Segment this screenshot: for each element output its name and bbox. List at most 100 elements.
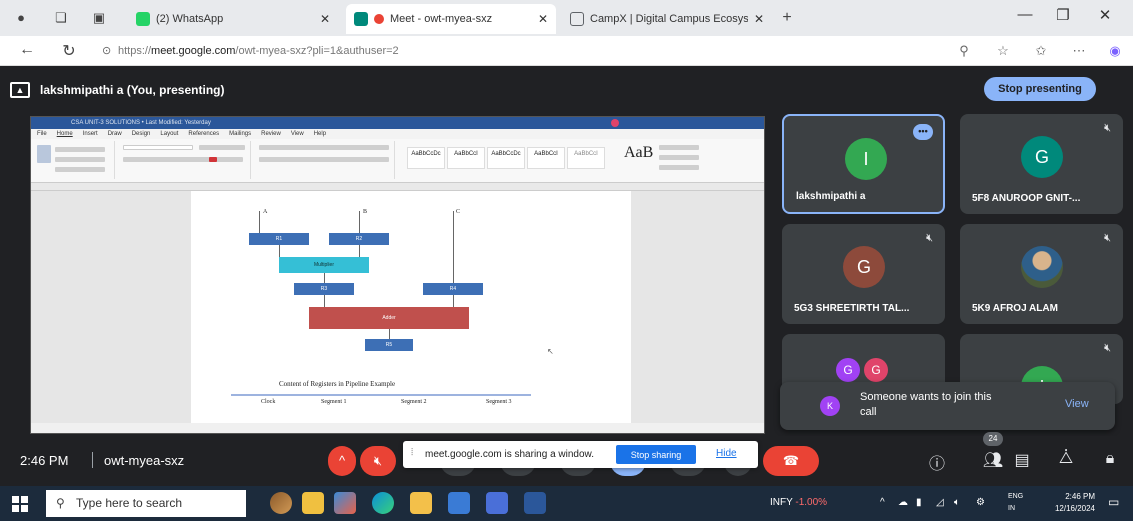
more-options-icon[interactable]: ⋯ xyxy=(1070,43,1088,59)
style-heading-1[interactable]: AaBbCcDc xyxy=(487,147,525,169)
mic-options-button[interactable]: ^ xyxy=(328,446,356,476)
battery-icon[interactable]: ▮ xyxy=(916,497,922,508)
leave-call-button[interactable]: ☎ xyxy=(763,446,819,476)
show-hidden-icons-icon[interactable]: ^ xyxy=(880,497,885,508)
cloud-icon[interactable]: ☁ xyxy=(898,497,908,508)
copilot-icon[interactable] xyxy=(334,492,356,514)
tab-whatsapp[interactable]: (2) WhatsApp ✕ xyxy=(128,4,338,34)
style-normal[interactable]: AaBbCcDc xyxy=(407,147,445,169)
people-icon[interactable]: 👥︎ xyxy=(981,450,1005,470)
word-menu-file[interactable]: File xyxy=(37,129,47,139)
more-options-icon[interactable]: ••• xyxy=(913,124,933,140)
stop-sharing-button[interactable]: Stop sharing xyxy=(616,445,696,464)
meet-control-bar: 2:46 PM owt-myea-sxz ^ 🔇︎ ▭ ▤ ☺ ▲ ✋︎ ⋮ ☎… xyxy=(0,432,1133,486)
site-permission-icon[interactable]: ⚲ xyxy=(955,43,973,59)
new-tab-button[interactable]: + xyxy=(778,9,796,27)
hide-sharing-bar-link[interactable]: Hide xyxy=(716,448,737,459)
onedrive-icon[interactable]: ⚙ xyxy=(976,497,985,508)
input-language[interactable]: ENG IN xyxy=(1008,491,1023,515)
workspaces-icon[interactable]: ❏ xyxy=(52,9,70,27)
volume-icon[interactable]: 🔈︎ xyxy=(954,497,960,508)
multiplier-block: Multiplier xyxy=(279,257,369,273)
meeting-code: owt-myea-sxz xyxy=(104,453,185,468)
stock-name: INFY xyxy=(770,497,793,508)
clock-time: 2:46 PM xyxy=(1065,492,1095,501)
style-heading-3[interactable]: AaBbCcI xyxy=(567,147,605,169)
mic-off-icon: 🔇︎ xyxy=(1104,232,1111,244)
file-explorer-yellow-icon[interactable] xyxy=(302,492,324,514)
file-explorer-icon[interactable] xyxy=(410,492,432,514)
favorite-star-icon[interactable]: ☆ xyxy=(994,43,1012,59)
tab-actions-icon[interactable]: ▣ xyxy=(90,9,108,27)
teams-icon[interactable] xyxy=(486,492,508,514)
word-menu-references[interactable]: References xyxy=(188,129,219,139)
word-menu-draw[interactable]: Draw xyxy=(108,129,122,139)
stop-presenting-button[interactable]: Stop presenting xyxy=(984,77,1096,101)
host-controls-icon[interactable]: 🔒︎ xyxy=(1098,450,1122,468)
close-window-button[interactable]: ✕ xyxy=(1090,6,1120,24)
edge-icon[interactable] xyxy=(372,492,394,514)
profile-icon[interactable]: ● xyxy=(12,9,30,27)
taskbar-search-input[interactable]: ⚲ Type here to search xyxy=(46,490,246,517)
url-field[interactable]: ⊙ https://meet.google.com/owt-myea-sxz?p… xyxy=(100,40,920,62)
minimize-button[interactable]: — xyxy=(1010,6,1040,23)
address-bar: ← ↻ ⊙ https://meet.google.com/owt-myea-s… xyxy=(0,36,1133,66)
region-code: IN xyxy=(1008,505,1015,512)
word-menu-insert[interactable]: Insert xyxy=(83,129,98,139)
mic-toggle-button[interactable]: 🔇︎ xyxy=(360,446,396,476)
present-screen-icon: ▲ xyxy=(10,82,30,98)
adder-block: Adder xyxy=(309,307,469,329)
word-menu-bar: File Home Insert Draw Design Layout Refe… xyxy=(31,129,764,139)
windows-start-icon[interactable] xyxy=(12,496,28,512)
word-menu-help[interactable]: Help xyxy=(314,129,326,139)
participant-tile[interactable]: 🔇︎ G 5G3 SHREETIRTH TAL... xyxy=(782,224,945,324)
word-document-title: CSA UNIT-3 SOLUTIONS • Last Modified: Ye… xyxy=(71,120,211,126)
refresh-button[interactable]: ↻ xyxy=(58,41,80,61)
table-border xyxy=(231,394,531,396)
register-r2: R2 xyxy=(329,233,389,245)
stock-change: -1.00% xyxy=(795,497,828,508)
register-r4: R4 xyxy=(423,283,483,295)
word-menu-view[interactable]: View xyxy=(291,129,304,139)
participant-tile[interactable]: ••• I lakshmipathi a xyxy=(782,114,945,214)
close-tab-icon[interactable]: ✕ xyxy=(320,12,330,26)
system-clock[interactable]: 2:46 PM 12/16/2024 xyxy=(1040,491,1095,515)
drag-handle-icon[interactable]: ⦙ xyxy=(411,447,413,458)
tab-title: Meet - owt-myea-sxz xyxy=(390,13,493,25)
word-menu-layout[interactable]: Layout xyxy=(160,129,178,139)
store-icon[interactable] xyxy=(448,492,470,514)
url-host: meet.google.com xyxy=(151,45,236,57)
style-title[interactable]: AaB xyxy=(624,144,653,162)
word-status-bar xyxy=(31,423,764,433)
network-icon[interactable]: ◿ xyxy=(936,497,944,508)
tab-campx[interactable]: CampX | Digital Campus Ecosyste ✕ xyxy=(562,4,772,34)
participant-tile[interactable]: 🔇︎ G 5F8 ANUROOP GNIT-... xyxy=(960,114,1123,214)
word-menu-mailings[interactable]: Mailings xyxy=(229,129,251,139)
favorites-icon[interactable]: ✩ xyxy=(1032,43,1050,59)
register-r5: R5 xyxy=(365,339,413,351)
activities-icon[interactable]: ⧊ xyxy=(1054,450,1078,468)
avatar: I xyxy=(845,138,887,180)
style-heading-2[interactable]: AaBbCcI xyxy=(527,147,565,169)
word-menu-design[interactable]: Design xyxy=(132,129,151,139)
participant-tile[interactable]: 🔇︎ 5K9 AFROJ ALAM xyxy=(960,224,1123,324)
word-menu-review[interactable]: Review xyxy=(261,129,281,139)
line-c xyxy=(453,211,454,283)
back-button[interactable]: ← xyxy=(16,41,38,59)
maximize-button[interactable]: ❐ xyxy=(1048,6,1078,24)
notifications-icon[interactable]: ▭ xyxy=(1108,495,1119,509)
word-ribbon: AaBbCcDc AaBbCcI AaBbCcDc AaBbCcI AaBbCc… xyxy=(31,139,764,183)
stock-ticker[interactable]: INFY -1.00% xyxy=(770,497,827,508)
meeting-details-icon[interactable]: ⓘ xyxy=(925,450,949,474)
view-request-button[interactable]: View xyxy=(1065,398,1089,410)
copilot-icon[interactable]: ◉ xyxy=(1106,43,1124,59)
tab-meet[interactable]: Meet - owt-myea-sxz ✕ xyxy=(346,4,556,34)
word-icon[interactable] xyxy=(524,492,546,514)
news-widget-icon[interactable] xyxy=(270,492,292,514)
word-menu-home[interactable]: Home xyxy=(57,129,73,139)
style-no-spacing[interactable]: AaBbCcI xyxy=(447,147,485,169)
close-tab-icon[interactable]: ✕ xyxy=(754,12,764,26)
clock-date: 12/16/2024 xyxy=(1054,504,1095,513)
chat-icon[interactable]: ▤ xyxy=(1010,450,1034,470)
close-tab-icon[interactable]: ✕ xyxy=(538,12,548,26)
